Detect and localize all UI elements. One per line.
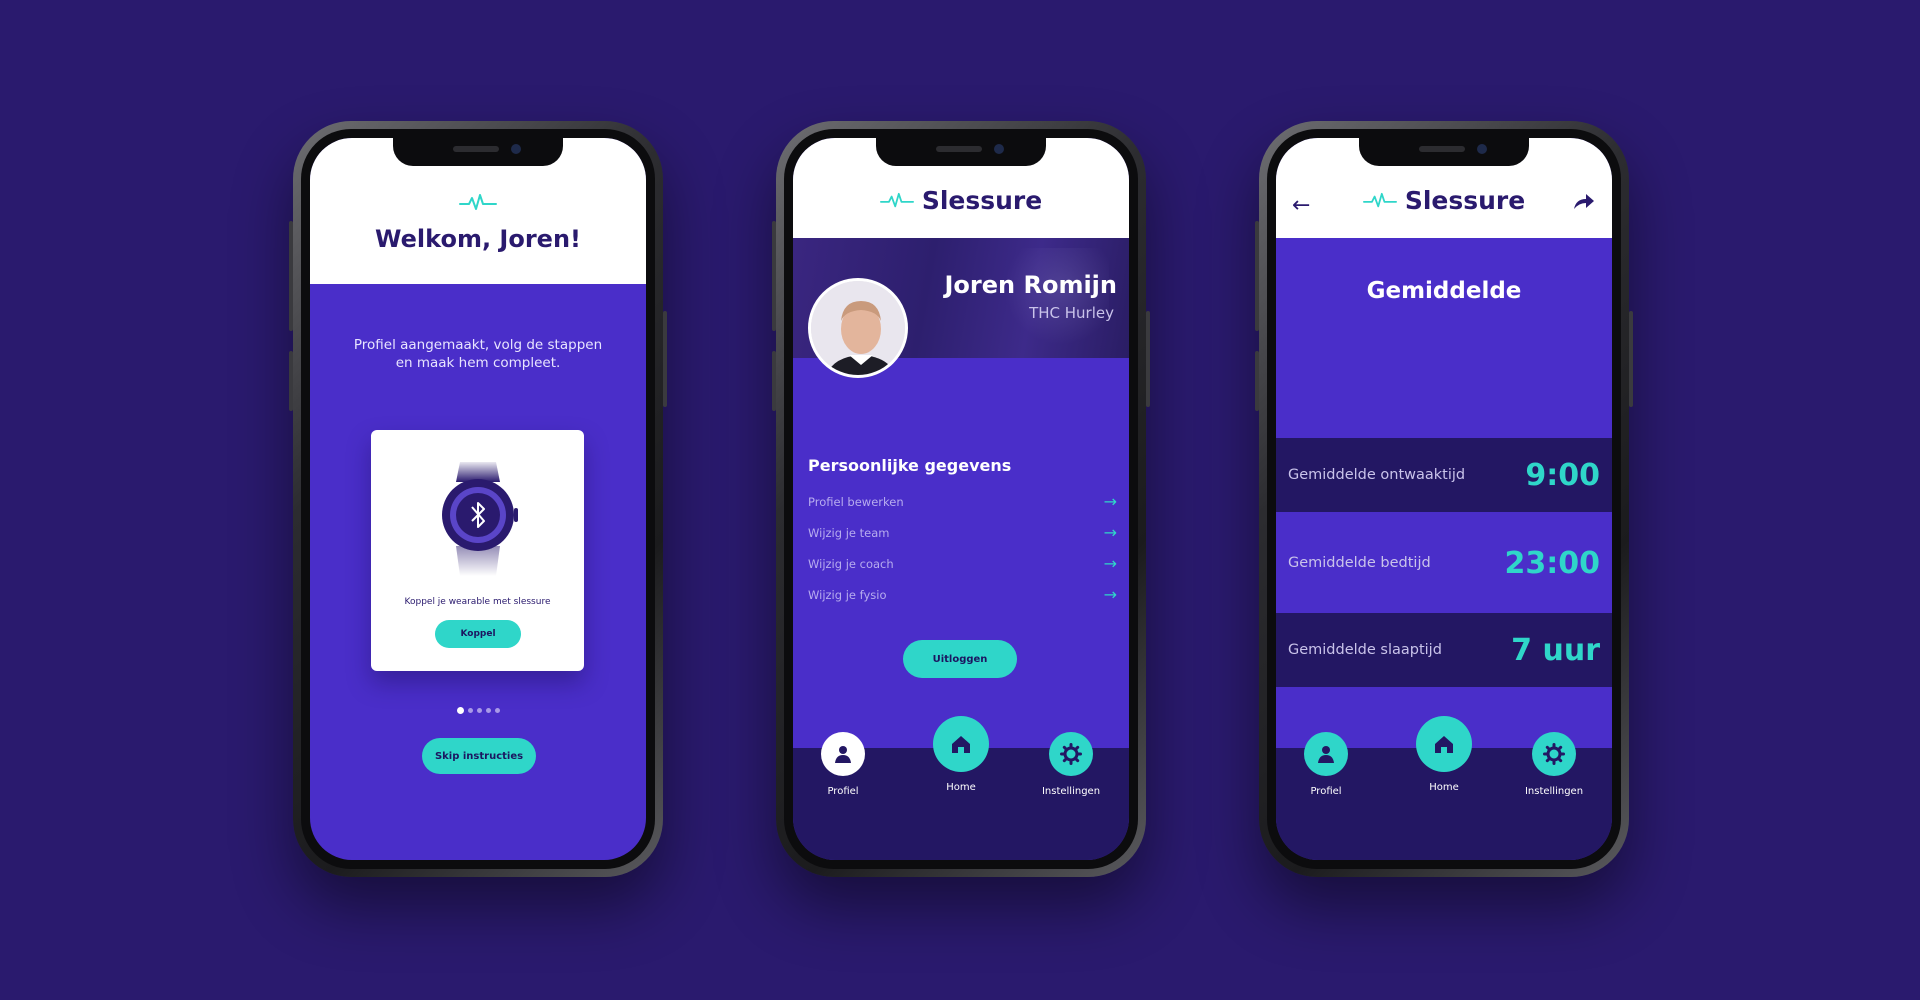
user-icon — [821, 732, 865, 776]
nav-label: Profiel — [827, 786, 859, 797]
intro-text: Profiel aangemaakt, volg de stappen en m… — [353, 337, 603, 371]
page-dot[interactable] — [476, 708, 482, 713]
welcome-screen: Welkom, Joren! Profiel aangemaakt, volg … — [310, 138, 646, 860]
stat-label: Gemiddelde ontwaaktijd — [1288, 467, 1466, 483]
share-icon[interactable] — [1572, 191, 1596, 217]
stat-value: 7 uur — [1511, 632, 1600, 668]
nav-label: Home — [946, 782, 976, 793]
page-dot-active[interactable] — [456, 707, 464, 714]
profile-screen: Slessure Joren Romijn THC Hurley Persoon… — [793, 138, 1129, 860]
nav-profile[interactable]: Profiel — [803, 732, 883, 797]
smartwatch-bluetooth-icon — [438, 460, 518, 584]
arrow-right-icon: → — [1103, 554, 1117, 573]
nav-profile[interactable]: Profiel — [1286, 732, 1366, 797]
gear-icon — [1532, 732, 1576, 776]
welcome-title: Welkom, Joren! — [375, 225, 581, 253]
brand: Slessure — [1276, 186, 1612, 215]
phone-averages: ← Slessure Gemiddelde Gemiddelde ontwaak… — [1255, 121, 1633, 877]
bottom-nav: Profiel Home Instellingen — [793, 716, 1129, 860]
bottom-nav: Profiel Home Instellingen — [1276, 716, 1612, 860]
nav-label: Profiel — [1310, 786, 1342, 797]
wearable-card: Koppel je wearable met slessure Koppel — [371, 430, 584, 671]
brand: Slessure — [793, 186, 1129, 215]
menu-item-change-team[interactable]: Wijzig je team → — [808, 517, 1117, 548]
stat-value: 23:00 — [1504, 545, 1601, 581]
brand-name: Slessure — [1404, 186, 1526, 215]
stat-label: Gemiddelde slaaptijd — [1288, 642, 1442, 658]
stat-label: Gemiddelde bedtijd — [1288, 555, 1431, 571]
menu-item-label: Wijzig je fysio — [808, 587, 887, 602]
profile-name: Joren Romijn — [944, 271, 1118, 299]
menu-item-change-physio[interactable]: Wijzig je fysio → — [808, 579, 1117, 610]
wearable-card-text: Koppel je wearable met slessure — [404, 597, 551, 607]
menu-item-label: Profiel bewerken — [808, 494, 904, 509]
arrow-right-icon: → — [1103, 492, 1117, 511]
pulse-logo-icon — [879, 191, 914, 211]
page-dot[interactable] — [485, 708, 491, 713]
stat-sleep-time: Gemiddelde slaaptijd 7 uur — [1276, 613, 1612, 687]
stat-value: 9:00 — [1525, 457, 1600, 493]
pulse-logo-icon — [1362, 191, 1397, 211]
nav-home[interactable]: Home — [921, 716, 1001, 793]
nav-label: Instellingen — [1524, 786, 1584, 797]
profile-team: THC Hurley — [1029, 304, 1114, 322]
page-dot[interactable] — [467, 708, 473, 713]
stat-wake-time: Gemiddelde ontwaaktijd 9:00 — [1276, 438, 1612, 512]
home-icon — [933, 716, 989, 772]
arrow-right-icon: → — [1103, 523, 1117, 542]
menu-item-label: Wijzig je coach — [808, 556, 894, 571]
personal-menu: Profiel bewerken → Wijzig je team → Wijzig… — [808, 486, 1117, 610]
home-icon — [1416, 716, 1472, 772]
averages-heading: Gemiddelde — [1366, 278, 1522, 304]
menu-item-change-coach[interactable]: Wijzig je coach → — [808, 548, 1117, 579]
nav-home[interactable]: Home — [1404, 716, 1484, 793]
nav-label: Instellingen — [1041, 786, 1101, 797]
pulse-logo-icon — [459, 193, 497, 213]
gear-icon — [1049, 732, 1093, 776]
section-title: Persoonlijke gegevens — [808, 456, 1012, 475]
skip-instructions-button[interactable]: Skip instructies — [422, 738, 536, 774]
menu-item-edit-profile[interactable]: Profiel bewerken → — [808, 486, 1117, 517]
phone-welcome: Welkom, Joren! Profiel aangemaakt, volg … — [289, 121, 667, 877]
arrow-right-icon: → — [1103, 585, 1117, 604]
stat-bed-time: Gemiddelde bedtijd 23:00 — [1276, 513, 1612, 613]
page-indicator — [310, 700, 646, 719]
page-dot[interactable] — [494, 708, 500, 713]
nav-settings[interactable]: Instellingen — [1031, 732, 1111, 797]
user-icon — [1304, 732, 1348, 776]
menu-item-label: Wijzig je team — [808, 525, 890, 540]
avatar[interactable] — [808, 278, 908, 378]
logout-button[interactable]: Uitloggen — [903, 640, 1017, 678]
phone-profile: Slessure Joren Romijn THC Hurley Persoon… — [772, 121, 1150, 877]
koppel-button[interactable]: Koppel — [435, 620, 521, 648]
nav-label: Home — [1429, 782, 1459, 793]
averages-screen: ← Slessure Gemiddelde Gemiddelde ontwaak… — [1276, 138, 1612, 860]
nav-settings[interactable]: Instellingen — [1514, 732, 1594, 797]
brand-name: Slessure — [921, 186, 1043, 215]
